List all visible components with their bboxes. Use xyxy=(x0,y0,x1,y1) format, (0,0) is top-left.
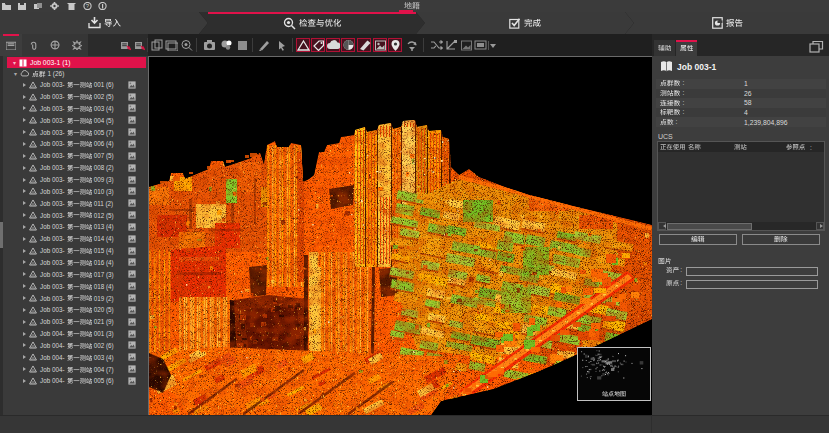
svg-text:?: ? xyxy=(86,3,90,9)
